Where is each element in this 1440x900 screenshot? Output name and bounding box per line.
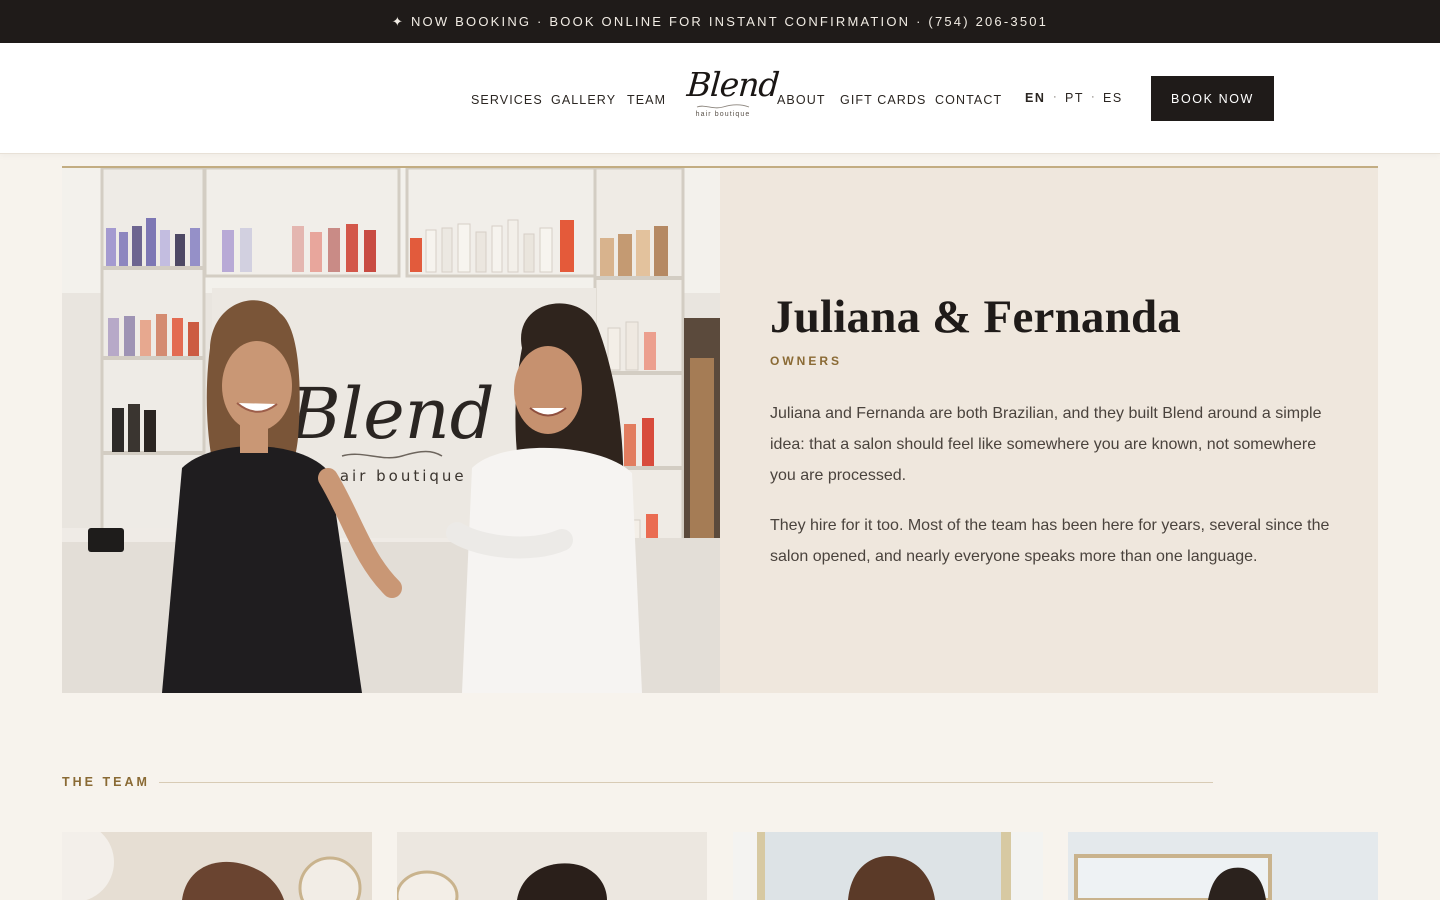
- team-member-card[interactable]: [62, 832, 372, 900]
- lang-en[interactable]: EN: [1025, 91, 1045, 105]
- lang-separator: ·: [1053, 91, 1057, 103]
- logo-tagline: hair boutique: [695, 111, 751, 118]
- team-member-photo: [733, 832, 1043, 900]
- sparkle-icon: ✦: [391, 13, 405, 29]
- book-now-button[interactable]: BOOK NOW: [1151, 76, 1274, 121]
- nav-gallery[interactable]: GALLERY: [551, 93, 616, 107]
- owners-name: Juliana & Fernanda: [770, 291, 1181, 343]
- lang-separator: ·: [1091, 91, 1095, 103]
- owners-photo-illustration: Blend hair boutique: [62, 168, 720, 693]
- team-member-card[interactable]: [397, 832, 707, 900]
- team-member-card[interactable]: [733, 832, 1043, 900]
- team-heading: THE TEAM: [62, 775, 150, 789]
- nav-contact[interactable]: CONTACT: [935, 93, 1002, 107]
- owners-feature: Blend hair boutique Juliana & Fernanda O…: [62, 166, 1378, 693]
- site-header: SERVICES GALLERY TEAM Blend hair boutiqu…: [0, 43, 1440, 154]
- lang-pt[interactable]: PT: [1065, 91, 1084, 105]
- photo-sign-word: Blend: [287, 373, 494, 455]
- team-member-photo: [62, 832, 372, 900]
- team-member-card[interactable]: [1068, 832, 1378, 900]
- owners-photo: Blend hair boutique: [62, 168, 720, 693]
- owners-role: OWNERS: [770, 354, 842, 368]
- nav-team[interactable]: TEAM: [627, 93, 666, 107]
- team-member-photo: [1068, 832, 1378, 900]
- lang-es[interactable]: ES: [1103, 91, 1123, 105]
- nav-about[interactable]: ABOUT: [777, 93, 826, 107]
- announcement-bar: ✦ NOW BOOKING · BOOK ONLINE FOR INSTANT …: [0, 0, 1440, 43]
- team-member-photo: [397, 832, 707, 900]
- nav-services[interactable]: SERVICES: [471, 93, 543, 107]
- logo-flourish-icon: [696, 104, 750, 109]
- owners-paragraph: They hire for it too. Most of the team h…: [770, 517, 1330, 565]
- owners-paragraph: Juliana and Fernanda are both Brazilian,…: [770, 405, 1322, 484]
- logo-wordmark: Blend: [685, 65, 781, 104]
- blend-logo[interactable]: Blend hair boutique: [681, 65, 780, 123]
- team-divider: [159, 782, 1213, 783]
- photo-sign-tagline: hair boutique: [327, 467, 466, 485]
- announcement-text: NOW BOOKING · BOOK ONLINE FOR INSTANT CO…: [410, 14, 1049, 29]
- nav-gift-cards[interactable]: GIFT CARDS: [840, 93, 926, 107]
